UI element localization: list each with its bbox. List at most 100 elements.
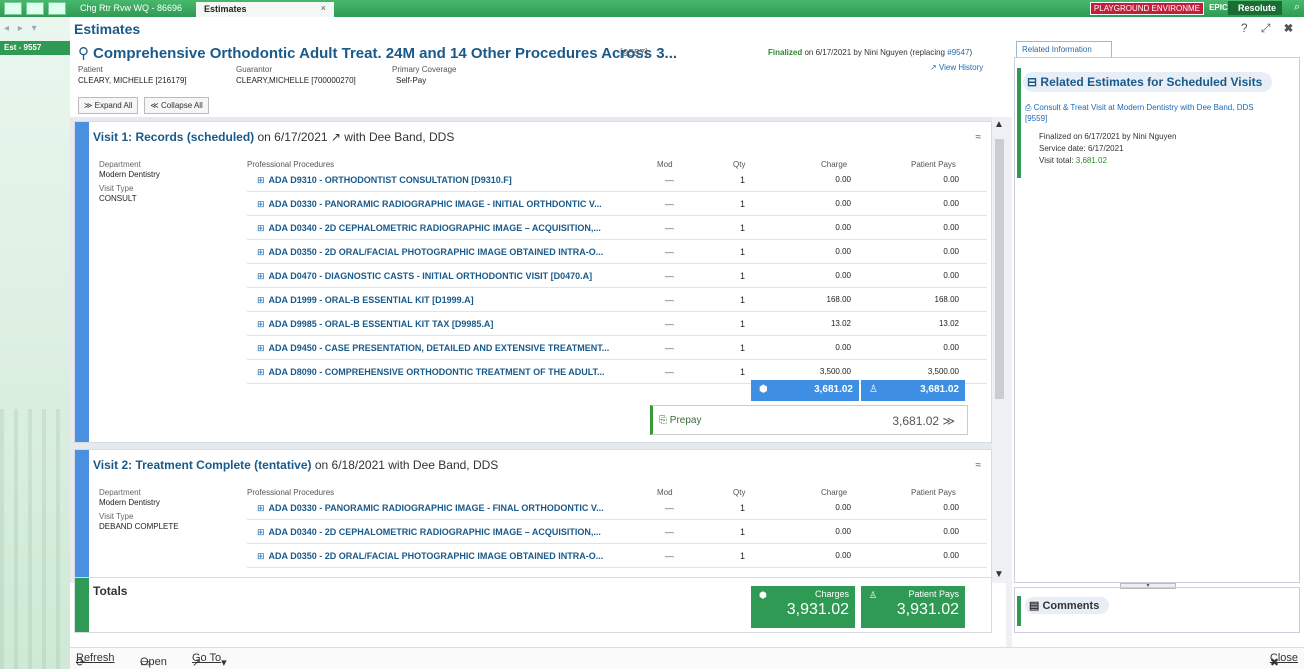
related-icon: ⊟ [1027,75,1038,89]
procedure-row[interactable]: ⊞ ADA D0330 - PANORAMIC RADIOGRAPHIC IMAG… [247,498,987,520]
procedure-mod: — [665,503,674,513]
left-activity-strip: ◂ ▸ ▾ Est - 9557 [0,17,70,669]
col-qty: Qty [733,488,746,497]
comments-label: Comments [1042,600,1100,612]
procedure-row[interactable]: ⊞ ADA D0350 - 2D ORAL/FACIAL PHOTOGRAPHIC… [247,546,987,568]
visit-1-details: on 6/17/2021 ↗ with Dee Band, DDS [257,130,455,144]
col-mod: Mod [657,488,673,497]
col-mod: Mod [657,160,673,169]
comments-heading[interactable]: ▤ Comments [1025,597,1110,614]
status-text: on 6/17/2021 by Nini Nguyen (replacing [804,48,946,57]
chevron-down-icon: ▾ [221,657,227,669]
goto-button[interactable]: ↗ Go To ▾ [192,652,227,669]
procedure-charge: 0.00 [835,247,851,256]
collapse-all-button[interactable]: ≪ Collapse All [144,97,209,114]
view-history-link[interactable]: ↗ View History [930,63,983,72]
close-tab-icon[interactable]: × [321,3,326,13]
expand-plus-icon[interactable]: ⊞ [257,319,265,329]
tab-related-information[interactable]: Related Information [1016,41,1112,57]
replacing-link[interactable]: #9547 [947,48,969,57]
procedure-row[interactable]: ⊞ ADA D1999 - ORAL-B ESSENTIAL KIT [D1999… [247,290,987,312]
expand-plus-icon[interactable]: ⊞ [257,295,265,305]
estimate-icon: ⎙ [1025,103,1032,112]
procedure-mod: — [665,367,674,377]
procedure-row[interactable]: ⊞ ADA D0330 - PANORAMIC RADIOGRAPHIC IMAG… [247,194,987,216]
expand-plus-icon[interactable]: ⊞ [257,271,265,281]
expand-plus-icon[interactable]: ⊞ [257,551,265,561]
procedure-label: ADA D1999 - ORAL-B ESSENTIAL KIT [D1999.… [268,295,474,305]
procedure-name: ⊞ ADA D9450 - CASE PRESENTATION, DETAILED… [257,343,609,354]
visit-2-details: on 6/18/2021 with Dee Band, DDS [314,458,499,472]
procedure-qty: 1 [740,247,746,257]
related-service-date: Service date: 6/17/2021 [1039,144,1124,153]
window-controls[interactable]: ? ⤢ ✖ [1241,21,1298,36]
procedure-qty: 1 [740,551,746,561]
scroll-thumb[interactable] [995,139,1004,399]
charges-icon: ⬢ [759,384,768,395]
total-patient-pays-box: ♙ Patient Pays 3,931.02 [861,586,965,628]
tab-workqueue[interactable]: Chg Rtr Rvw WQ - 86696 [72,1,190,16]
service-date-value: 6/17/2021 [1087,144,1124,153]
visits-scroll-area[interactable]: Visit 1: Records (scheduled) on 6/17/202… [70,117,1006,583]
procedure-pays: 0.00 [943,175,959,184]
procedure-pays: 0.00 [943,271,959,280]
expand-plus-icon[interactable]: ⊞ [257,367,265,377]
panel-splitter[interactable] [1006,117,1012,647]
collapse-icon[interactable]: ≈ [976,460,982,471]
procedure-row[interactable]: ⊞ ADA D0470 - DIAGNOSTIC CASTS - INITIAL … [247,266,987,288]
top-bar: Chg Rtr Rvw WQ - 86696 Estimates × PLAYG… [0,0,1304,17]
procedure-label: ADA D9310 - ORTHODONTIST CONSULTATION [D… [268,175,512,185]
procedure-qty: 1 [740,199,746,209]
visit-card-1: Visit 1: Records (scheduled) on 6/17/202… [74,121,992,443]
expand-plus-icon[interactable]: ⊞ [257,223,265,233]
expand-plus-icon[interactable]: ⊞ [257,343,265,353]
scroll-up-icon[interactable]: ▲ [994,119,1004,130]
expand-plus-icon[interactable]: ⊞ [257,503,265,513]
visit-type-value: DEBAND COMPLETE [99,522,179,531]
tab-estimates[interactable]: Estimates × [196,2,335,17]
procedure-row[interactable]: ⊞ ADA D9450 - CASE PRESENTATION, DETAILED… [247,338,987,360]
print-icon[interactable] [26,2,44,15]
search-icon[interactable]: ⌕ [1294,1,1300,14]
inbox-icon[interactable] [48,2,66,15]
related-link-text: Consult & Treat Visit at Modern Dentistr… [1025,103,1254,123]
expand-plus-icon[interactable]: ⊞ [257,247,265,257]
estimate-tab[interactable]: Est - 9557 [0,41,70,55]
department-value: Modern Dentistry [99,170,160,179]
procedure-qty: 1 [740,223,746,233]
related-estimate-link[interactable]: ⎙ Consult & Treat Visit at Modern Dentis… [1025,102,1275,124]
visit-2-name[interactable]: Visit 2: Treatment Complete (tentative) [93,458,312,472]
procedure-row[interactable]: ⊞ ADA D0350 - 2D ORAL/FACIAL PHOTOGRAPHIC… [247,242,987,264]
procedure-pays: 3,500.00 [927,367,959,376]
patient-value[interactable]: CLEARY, MICHELLE [216179] [78,76,187,85]
refresh-button[interactable]: ⟳ Refresh [76,652,115,669]
expand-plus-icon[interactable]: ⊞ [257,175,265,185]
view-history-label: View History [938,63,984,72]
procedure-label: ADA D0350 - 2D ORAL/FACIAL PHOTOGRAPHIC … [268,551,604,561]
procedure-row[interactable]: ⊞ ADA D9310 - ORTHODONTIST CONSULTATION [… [247,170,987,192]
chevron-down-icon[interactable]: ≫ [942,414,955,428]
prepay-row[interactable]: ⎘ Prepay 3,681.02 ≫ [650,405,968,435]
guarantor-label: Guarantor [236,65,273,74]
visit-type-value: CONSULT [99,194,137,203]
back-forward-icon[interactable]: ◂ ▸ ▾ [4,23,40,34]
patient-pays-value: 3,931.02 [896,601,959,618]
expand-plus-icon[interactable]: ⊞ [257,199,265,209]
department-label: Department [99,160,141,169]
collapse-icon[interactable]: ≈ [976,132,982,143]
procedure-qty: 1 [740,343,746,353]
patient-label: Patient [78,65,103,74]
procedure-row[interactable]: ⊞ ADA D0340 - 2D CEPHALOMETRIC RADIOGRAPH… [247,522,987,544]
epic-menu-icon[interactable] [4,2,22,15]
vertical-scrollbar[interactable]: ▲ ▼ [992,117,1006,583]
procedure-row[interactable]: ⊞ ADA D0340 - 2D CEPHALOMETRIC RADIOGRAPH… [247,218,987,240]
procedure-row[interactable]: ⊞ ADA D9985 - ORAL-B ESSENTIAL KIT TAX [D… [247,314,987,336]
close-button[interactable]: ✖ Close [1270,652,1298,669]
scroll-down-icon[interactable]: ▼ [994,569,1004,580]
visit-1-name[interactable]: Visit 1: Records (scheduled) [93,130,254,144]
background-decoration [0,409,70,669]
expand-plus-icon[interactable]: ⊞ [257,527,265,537]
guarantor-value[interactable]: CLEARY,MICHELLE [700000270] [236,76,356,85]
expand-all-button[interactable]: ≫ Expand All [78,97,139,114]
resolute-button[interactable]: Resolute [1227,1,1282,15]
